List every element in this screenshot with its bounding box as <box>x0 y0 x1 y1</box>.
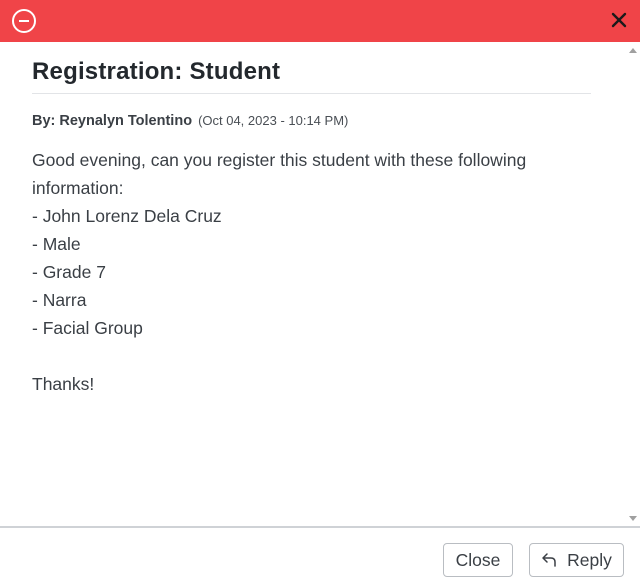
dialog-footer: Close Reply <box>0 526 640 588</box>
dialog-header <box>0 0 640 42</box>
close-button[interactable]: Close <box>443 543 513 577</box>
body-line: - John Lorenz Dela Cruz <box>32 206 222 226</box>
vertical-scrollbar[interactable] <box>626 42 640 526</box>
reply-arrow-icon <box>541 552 559 568</box>
body-line: - Facial Group <box>32 318 143 338</box>
message-dialog: Registration: Student By: Reynalyn Tolen… <box>0 0 640 588</box>
message-timestamp: (Oct 04, 2023 - 10:14 PM) <box>198 113 349 128</box>
close-icon[interactable] <box>610 11 628 29</box>
body-line: - Narra <box>32 290 87 310</box>
title-divider <box>32 93 591 94</box>
message-meta: By: Reynalyn Tolentino (Oct 04, 2023 - 10… <box>32 110 348 129</box>
reply-label: Reply <box>567 549 612 570</box>
message-author: By: Reynalyn Tolentino <box>32 113 193 129</box>
body-line: information: <box>32 178 124 198</box>
message-title: Registration: Student <box>32 58 281 85</box>
body-line <box>32 342 592 370</box>
minus-circle-icon <box>12 9 36 33</box>
message-body: Good evening, can you register this stud… <box>32 146 592 398</box>
message-content: Registration: Student By: Reynalyn Tolen… <box>0 42 626 526</box>
body-line: Good evening, can you register this stud… <box>32 150 527 170</box>
reply-button[interactable]: Reply <box>529 543 624 577</box>
body-line: - Grade 7 <box>32 262 106 282</box>
body-line: - Male <box>32 234 81 254</box>
body-line: Thanks! <box>32 374 95 394</box>
scroll-down-arrow-icon[interactable] <box>629 516 637 521</box>
scroll-up-arrow-icon[interactable] <box>629 48 637 53</box>
